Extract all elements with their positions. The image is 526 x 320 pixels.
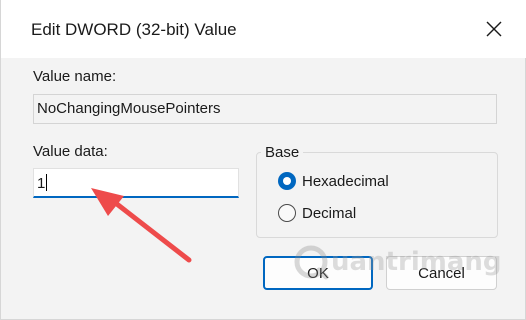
radio-hexadecimal[interactable]: Hexadecimal [278, 170, 389, 192]
text-caret [46, 174, 48, 191]
edit-dword-dialog: Edit DWORD (32-bit) Value Value name: No… [0, 0, 526, 320]
ok-button-label: OK [307, 264, 329, 282]
dialog-title: Edit DWORD (32-bit) Value [31, 20, 237, 39]
ok-button[interactable]: OK [263, 256, 373, 290]
base-group-title: Base [261, 144, 304, 161]
radio-decimal-label: Decimal [302, 204, 357, 222]
cancel-button-label: Cancel [418, 264, 465, 282]
title-bar: Edit DWORD (32-bit) Value [1, 0, 526, 58]
value-data-text: 1 [37, 175, 46, 192]
value-name-text: NoChangingMousePointers [37, 100, 221, 117]
radio-unselected-icon [278, 204, 296, 222]
base-group [256, 152, 498, 238]
close-icon [486, 21, 502, 37]
value-name-label: Value name: [33, 68, 117, 85]
radio-selected-icon [278, 172, 296, 190]
cancel-button[interactable]: Cancel [386, 256, 497, 290]
value-name-field: NoChangingMousePointers [33, 94, 497, 124]
value-data-label: Value data: [33, 143, 108, 160]
radio-hexadecimal-label: Hexadecimal [302, 172, 389, 190]
radio-decimal[interactable]: Decimal [278, 202, 356, 224]
close-button[interactable] [483, 18, 505, 40]
value-data-input[interactable]: 1 [33, 168, 239, 198]
